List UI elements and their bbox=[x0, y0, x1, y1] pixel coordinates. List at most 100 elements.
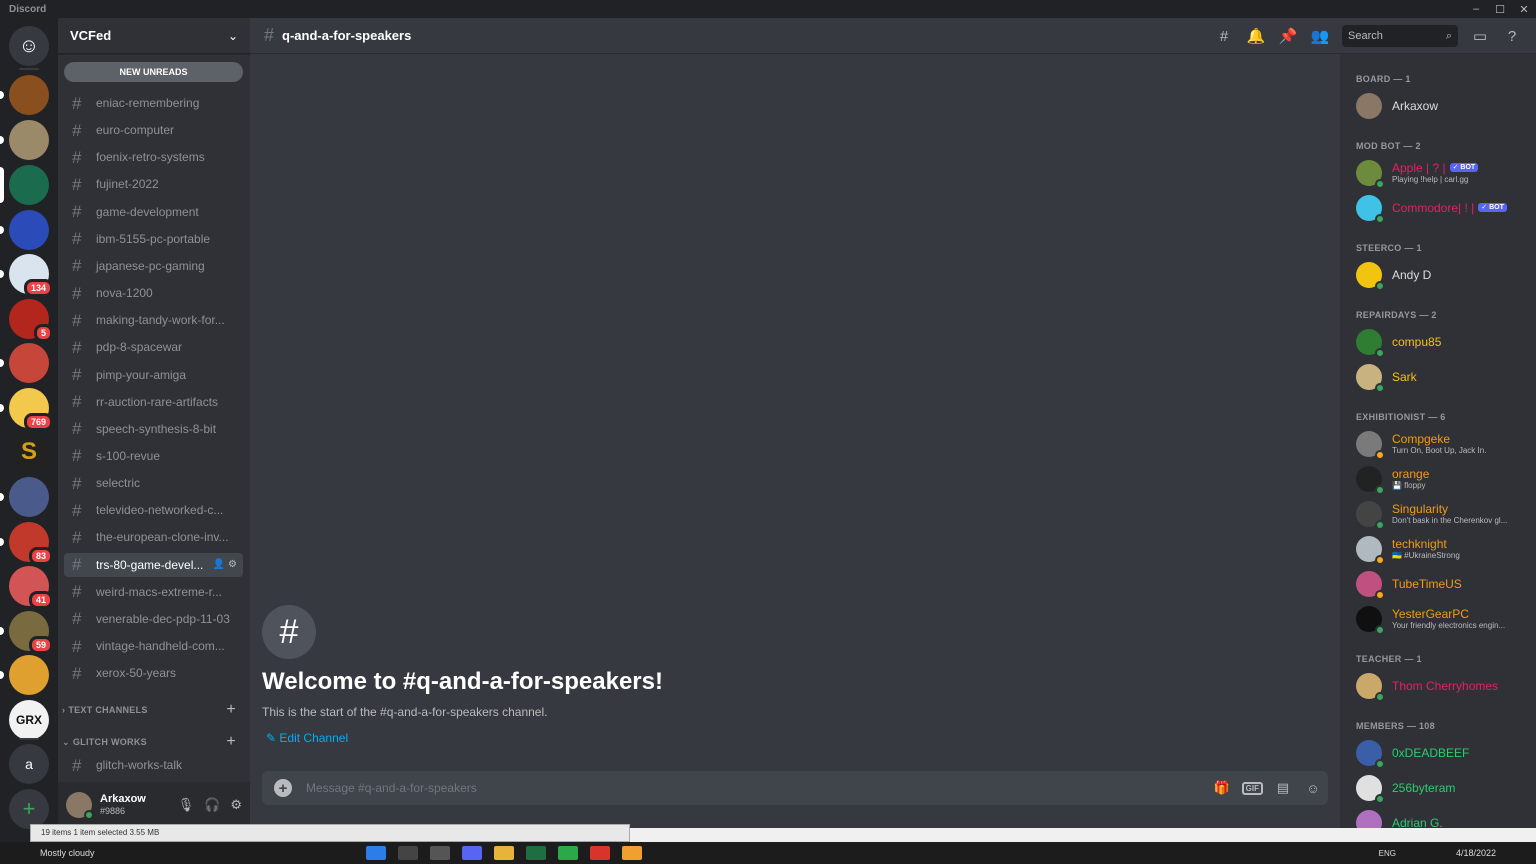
server-icon[interactable]: 83 bbox=[0, 522, 53, 565]
taskbar-date[interactable]: 4/18/2022 bbox=[1456, 848, 1496, 858]
member-item[interactable]: Singularity Don't bask in the Cherenkov g… bbox=[1356, 496, 1532, 532]
channel-item[interactable]: # xerox-50-years bbox=[64, 661, 243, 685]
channel-item[interactable]: # speech-synthesis-8-bit bbox=[64, 417, 243, 441]
weather-widget[interactable]: Mostly cloudy bbox=[0, 848, 360, 858]
gear-icon[interactable]: ⚙ bbox=[230, 797, 242, 813]
server-icon[interactable]: 59 bbox=[0, 611, 53, 654]
channel-item[interactable]: # japanese-pc-gaming bbox=[64, 254, 243, 278]
sticker-icon[interactable]: ▤ bbox=[1268, 780, 1298, 796]
minimize-button[interactable]: – bbox=[1464, 0, 1488, 18]
channel-item[interactable]: # pdp-8-spacewar bbox=[64, 335, 243, 359]
add-server-button[interactable]: + bbox=[9, 789, 49, 829]
channel-item[interactable]: # venerable-dec-pdp-11-03 bbox=[64, 607, 243, 631]
message-input[interactable] bbox=[306, 781, 1207, 795]
member-item[interactable]: Thom Cherryhomes bbox=[1356, 668, 1532, 704]
app-icon[interactable] bbox=[622, 846, 642, 860]
channel-item[interactable]: # foenix-retro-systems bbox=[64, 145, 243, 169]
guild-header[interactable]: VCFed ⌄ bbox=[58, 18, 250, 54]
server-icon[interactable]: 41 bbox=[9, 566, 53, 609]
excel-icon[interactable] bbox=[526, 846, 546, 860]
member-item[interactable]: compu85 bbox=[1356, 324, 1532, 360]
member-item[interactable]: Sark bbox=[1356, 359, 1532, 395]
edit-channel-link[interactable]: ✎ Edit Channel bbox=[266, 731, 348, 745]
channel-item[interactable]: # ibm-5155-pc-portable bbox=[64, 227, 243, 251]
avatar bbox=[1356, 810, 1382, 828]
channel-item[interactable]: # fujinet-2022 bbox=[64, 172, 243, 196]
server-icon[interactable]: S bbox=[9, 432, 49, 472]
language-indicator[interactable]: ENG bbox=[1379, 849, 1396, 858]
channel-item[interactable]: # televideo-networked-c... bbox=[64, 498, 243, 522]
inbox-icon[interactable]: ▭ bbox=[1464, 27, 1496, 45]
server-icon[interactable] bbox=[0, 210, 49, 250]
server-icon[interactable]: a bbox=[9, 744, 49, 784]
avatar bbox=[1356, 536, 1385, 565]
new-unreads-bar[interactable]: NEW UNREADS bbox=[64, 62, 243, 82]
channel-item[interactable]: # eniac-remembering bbox=[64, 91, 243, 115]
maximize-button[interactable]: ☐ bbox=[1488, 0, 1512, 18]
member-item[interactable]: Andy D bbox=[1356, 257, 1532, 293]
server-icon[interactable] bbox=[0, 343, 49, 383]
server-icon[interactable]: 134 bbox=[0, 254, 53, 297]
threads-icon[interactable]: # bbox=[1208, 28, 1240, 45]
server-icon[interactable] bbox=[0, 655, 49, 695]
member-item[interactable]: Arkaxow bbox=[1356, 88, 1532, 124]
channel-item[interactable]: # s-100-revue bbox=[64, 444, 243, 468]
invite-settings-icon[interactable]: 👤 ⚙ bbox=[213, 559, 237, 570]
guild-name: VCFed bbox=[70, 28, 112, 43]
app-icon[interactable] bbox=[590, 846, 610, 860]
server-icon[interactable]: 769 bbox=[0, 388, 53, 431]
close-button[interactable]: ✕ bbox=[1512, 0, 1536, 18]
server-icon[interactable] bbox=[0, 477, 49, 517]
member-item[interactable]: orange 💾 floppy bbox=[1356, 461, 1532, 497]
member-list-icon[interactable]: 👥 bbox=[1304, 27, 1336, 45]
create-channel-plus-icon[interactable]: + bbox=[226, 701, 236, 719]
bell-icon[interactable]: 🔔 bbox=[1240, 27, 1272, 45]
member-item[interactable]: YesterGearPC Your friendly electronics en… bbox=[1356, 601, 1532, 637]
search-input[interactable]: Search ⌕ bbox=[1342, 25, 1458, 47]
discord-taskbar-icon[interactable] bbox=[462, 846, 482, 860]
channel-item[interactable]: # weird-macs-extreme-r... bbox=[64, 580, 243, 604]
attach-plus-icon[interactable]: + bbox=[274, 779, 292, 797]
channel-item[interactable]: # pimp-your-amiga bbox=[64, 363, 243, 387]
help-icon[interactable]: ? bbox=[1496, 28, 1528, 45]
headphones-icon[interactable]: 🎧 bbox=[204, 797, 220, 813]
pin-icon[interactable]: 📌 bbox=[1272, 27, 1304, 45]
microphone-icon[interactable]: 🎙 bbox=[178, 797, 195, 813]
member-item[interactable]: Commodore| ! | ✓ BOT bbox=[1356, 190, 1532, 226]
create-channel-plus-icon[interactable]: + bbox=[226, 733, 236, 751]
home-button[interactable]: ☺ bbox=[9, 26, 49, 66]
avatar[interactable] bbox=[66, 792, 94, 820]
channel-item[interactable]: # euro-computer bbox=[64, 118, 243, 142]
gift-icon[interactable]: 🎁 bbox=[1207, 780, 1237, 796]
member-item[interactable]: 256byteram bbox=[1356, 770, 1532, 806]
member-item[interactable]: techknight 🇺🇦 #UkraineStrong bbox=[1356, 531, 1532, 567]
channel-category[interactable]: › TEXT CHANNELS + bbox=[62, 701, 242, 719]
channel-item[interactable]: # nova-1200 bbox=[64, 281, 243, 305]
chrome-icon[interactable] bbox=[558, 846, 578, 860]
server-icon[interactable] bbox=[0, 120, 49, 160]
server-icon[interactable]: GRX bbox=[9, 700, 49, 740]
gif-button[interactable]: GIF bbox=[1241, 781, 1263, 795]
member-item[interactable]: TubeTimeUS bbox=[1356, 566, 1532, 602]
taskbar-search-icon[interactable] bbox=[398, 846, 418, 860]
server-icon[interactable]: 5 bbox=[9, 299, 53, 342]
channel-item[interactable]: # making-tandy-work-for... bbox=[64, 308, 243, 332]
channel-item[interactable]: # selectric bbox=[64, 471, 243, 495]
emoji-icon[interactable]: ☺ bbox=[1298, 781, 1328, 796]
member-item[interactable]: Apple | ? | ✓ BOT Playing !help | carl.gg bbox=[1356, 155, 1532, 191]
member-item[interactable]: Compgeke Turn On, Boot Up, Jack In. bbox=[1356, 426, 1532, 462]
channel-item[interactable]: # the-european-clone-inv... bbox=[64, 525, 243, 549]
server-icon[interactable] bbox=[0, 75, 49, 115]
server-icon[interactable] bbox=[0, 165, 49, 205]
channel-item[interactable]: # game-development bbox=[64, 200, 243, 224]
channel-item[interactable]: # trs-80-game-devel... 👤 ⚙ bbox=[64, 552, 243, 577]
channel-item[interactable]: # glitch-works-talk bbox=[64, 753, 243, 777]
windows-start-icon[interactable] bbox=[366, 846, 386, 860]
member-item[interactable]: Adrian G. bbox=[1356, 805, 1532, 828]
file-explorer-icon[interactable] bbox=[494, 846, 514, 860]
channel-item[interactable]: # rr-auction-rare-artifacts bbox=[64, 390, 243, 414]
task-view-icon[interactable] bbox=[430, 846, 450, 860]
channel-item[interactable]: # vintage-handheld-com... bbox=[64, 634, 243, 658]
member-item[interactable]: 0xDEADBEEF bbox=[1356, 735, 1532, 771]
channel-category[interactable]: ⌄ GLITCH WORKS + bbox=[62, 733, 242, 751]
